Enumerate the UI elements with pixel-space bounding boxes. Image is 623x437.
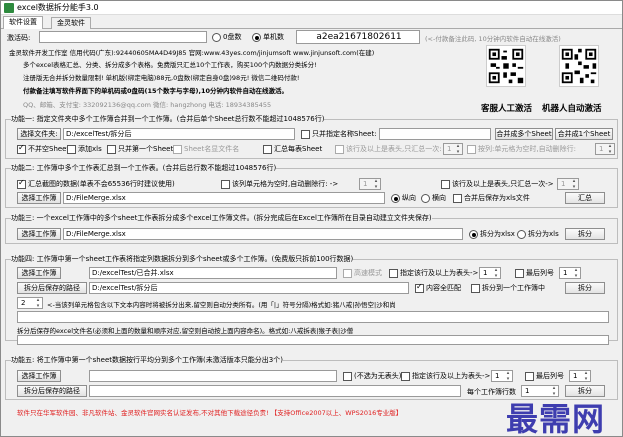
f4-filter-text-input[interactable] [17,311,609,323]
content-match-checkbox[interactable]: 内容全匹配 [415,282,461,293]
f4-last-col-stepper[interactable]: 1 [559,267,581,279]
delete-empty-col-checkbox[interactable]: 按列:单元格为空时,自动删除行: [467,144,576,154]
machine-code-note: (<-付款备注此码, 10分钟内软件自动在线激活) [425,35,561,43]
sheet-name-input[interactable] [379,128,491,140]
high-speed-checkbox[interactable]: 高速模式 [343,268,382,278]
about-line-5: QQ、邮箱、支付宝: 332092136@qq.com 微信: hangzhon… [23,101,272,109]
f4-select-workbook-button[interactable]: 选择工作簿 [17,267,61,279]
sheet-name-filename-checkbox[interactable]: Sheet名显文件名 [173,144,239,154]
radio-usb-license[interactable]: 0盘数 [212,32,241,42]
radio-portrait[interactable]: 纵向 [391,193,416,203]
footer-notice: 软件只在华军软件园、非凡软件站、金灵软件官网实名认证发布,不对其他下载途径负责!… [17,409,403,417]
function-3-title: 功能三: 一个excel工作簿中的多个sheet工作表拆分成多个excel工作簿… [11,214,432,223]
f4-column-note: <-当该列单元格包含以下文本内容时将被拆分出来,留空则自动分类所有。(用「|」符… [47,301,396,309]
about-line-3: 注册版无合并拆分数量限制! 单机版(绑定电脑)88元,0盘数(绑定自身0盘)98… [23,74,300,82]
activation-code-input[interactable] [39,31,207,43]
f5-last-col-stepper[interactable]: 1 [569,370,591,382]
f5-select-workbook-button[interactable]: 选择工作簿 [17,370,61,382]
function-1-title: 功能一: 指定文件夹中多个工作簿合并到一个工作簿。(合并后单个Sheet总行数不… [11,115,325,124]
f4-header-stepper[interactable]: 1 [479,267,501,279]
delete-empty-rows-checkbox[interactable]: 该列单元格为空时,自动删除行: -> [221,179,338,189]
activation-label: 激活码: [7,34,31,42]
only-first-sheet-checkbox[interactable]: 只并第一个Sheet [107,144,173,154]
f2-header-stepper[interactable]: 1 [557,178,579,190]
f4-split-button[interactable]: 拆分 [565,282,605,294]
folder-path-input[interactable]: D:/excelTest/拆分后 [63,128,295,140]
about-line-4: 付款备注填写软件界面下的单机码或0盘码(15个数字与字母),10分钟内软件自动在… [23,87,289,95]
f3-split-button[interactable]: 拆分 [565,228,605,240]
f2-delete-col-stepper[interactable]: 1 [359,178,381,190]
f5-save-path-button[interactable]: 拆分后保存的路径 [17,385,87,397]
f4-file-path-input[interactable]: D:/excelTest/已合并.xlsx [89,267,337,279]
f4-column-stepper[interactable]: 2 [17,297,43,309]
machine-code-field[interactable]: a2ea21671802611 [296,30,420,44]
f4-last-col-checkbox[interactable]: 最后列号 [515,268,554,278]
f3-select-workbook-button[interactable]: 选择工作簿 [17,228,61,240]
app-icon [4,3,14,13]
function-2-title: 功能二: 工作簿中多个工作表汇总到一个工作表。(合并后总行数不能超过104857… [11,164,277,173]
f2-select-workbook-button[interactable]: 选择工作簿 [17,192,61,204]
f4-header-checkbox[interactable]: 指定该行及以上为表头-> [389,268,478,278]
f4-filename-input[interactable] [17,335,609,345]
f4-save-path-button[interactable]: 拆分后保存的路径 [17,282,87,294]
about-line-2: 多个excel表格汇总、分类、拆分成多个表格。免费版只汇总10个工作表，购买10… [23,61,317,69]
f5-header-checkbox[interactable]: 指定该行及以上为表头-> [401,371,490,381]
watermark-logo: 最需网 [506,400,606,437]
qr-code-service [486,45,526,87]
add-xls-checkbox[interactable]: 添加xls [67,144,102,154]
function-4-title: 功能四: 工作簿中第一个sheet工作表将指定列数据拆分到多个sheet或多个工… [11,255,354,264]
about-line-1: 金灵软件开发工作室 信用代码(广东):92440605MA4D49J85 官网:… [9,49,375,57]
qr-code-robot [559,45,599,87]
radio-split-xlsx[interactable]: 拆分为xlsx [469,229,515,239]
f5-file-path-input[interactable] [89,370,337,382]
merge-multi-sheet-button[interactable]: 合并成多个Sheet [495,128,553,140]
tab-jinling[interactable]: 金灵软件 [51,17,91,29]
select-folder-button[interactable]: 选择文件夹: [17,128,61,140]
summary-per-sheet-checkbox[interactable]: 汇总每表Sheet [263,144,322,154]
summary-screenshot-checkbox[interactable]: 汇总截图的数据(单表不会65536行时建议使用) [17,178,175,189]
delete-col-stepper[interactable]: 1 [595,143,615,155]
f4-save-path-input[interactable]: D:/excelTest/拆分后 [89,282,409,294]
radio-split-xls[interactable]: 拆分为xls [517,229,559,239]
title-bar: excel数据拆分能手3.0 [1,1,622,15]
tab-settings[interactable]: 软件设置 [3,16,43,29]
qr-caption-service: 客服人工激活 [481,104,533,114]
radio-landscape[interactable]: 横向 [421,193,446,203]
radio-single-machine[interactable]: 单机数 [252,32,284,42]
tab-strip: 软件设置 金灵软件 [1,16,622,29]
qr-code-icon [560,47,598,85]
qr-code-icon [487,47,525,85]
summary-button[interactable]: 汇总 [565,192,605,204]
f2-header-once-checkbox[interactable]: 该行及以上是表头,只汇总一次-> [441,179,554,189]
f2-file-path-input[interactable]: D:/FileMerge.xlsx [63,192,385,204]
merge-one-sheet-button[interactable]: 合并成1个Sheet [555,128,613,140]
header-rows-once-checkbox[interactable]: 该行及以上是表头,只汇总一次: [335,144,442,154]
only-specified-sheet-checkbox[interactable]: 只并指定名称Sheet: [301,129,377,139]
window-title: excel数据拆分能手3.0 [17,3,99,12]
f5-header-stepper[interactable]: 1 [491,370,513,382]
f5-last-col-checkbox[interactable]: 最后列号 [525,371,564,381]
f5-save-path-input[interactable] [89,385,461,397]
header-rows-stepper[interactable]: 1 [443,143,463,155]
function-5-title: 功能五: 将工作簿中第一个sheet数据按行平均分到多个工作簿(未激活版本只能分… [11,356,283,365]
split-to-one-wb-checkbox[interactable]: 拆分到一个工作簿中 [471,283,545,293]
skip-empty-sheet-checkbox[interactable]: 不并空Sheet [17,143,69,154]
qr-caption-robot: 机器人自动激活 [542,104,602,114]
app-window: excel数据拆分能手3.0 软件设置 金灵软件 激活码: 0盘数 单机数 a2… [0,0,623,437]
f5-no-header-checkbox[interactable]: (不选为无表头) [343,371,401,381]
f3-file-path-input[interactable]: D:/FileMerge.xlsx [63,228,463,240]
f4-filename-note: 拆分后保存的excel文件名(必须和上面的数量和顺序对应,留空则自动按上面内容命… [17,327,354,335]
save-as-xls-checkbox[interactable]: 合并后保存为xls文件 [453,193,530,203]
